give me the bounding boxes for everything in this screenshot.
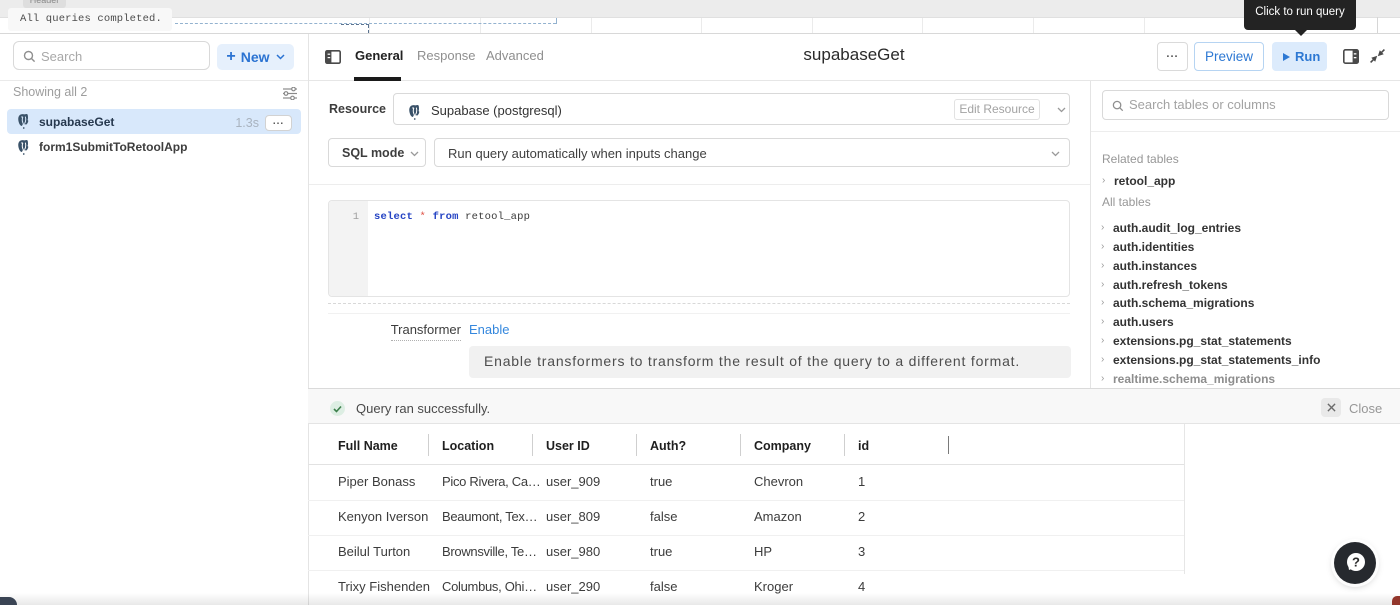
- svg-text:?: ?: [1352, 555, 1360, 570]
